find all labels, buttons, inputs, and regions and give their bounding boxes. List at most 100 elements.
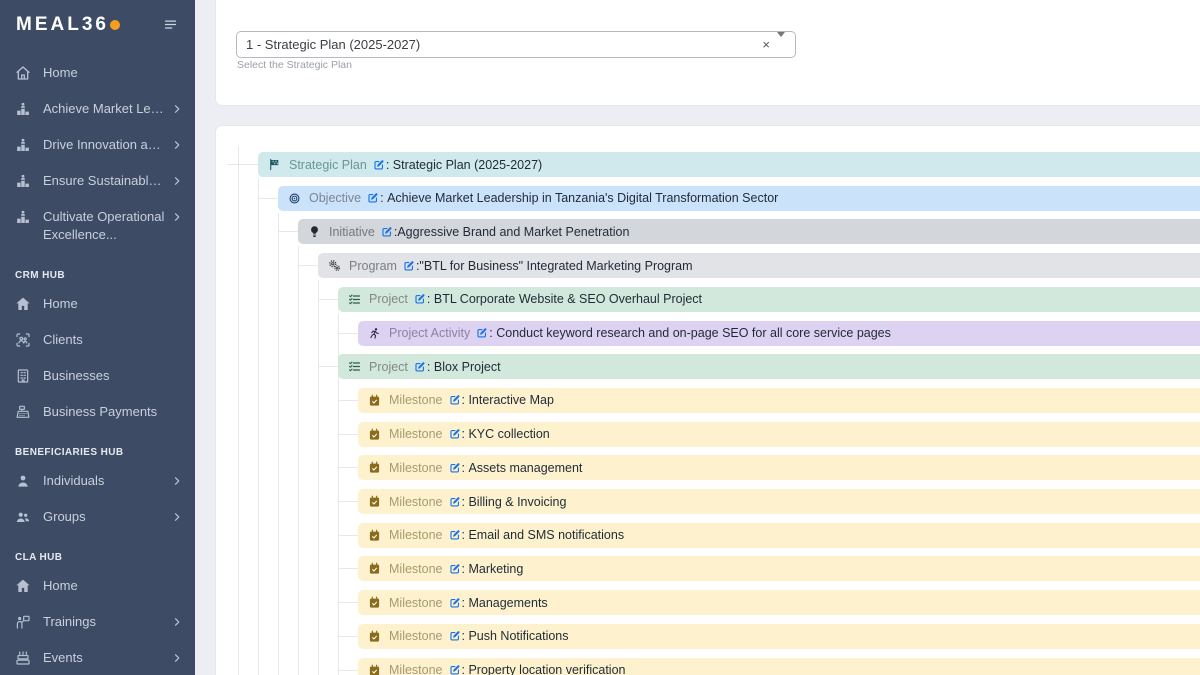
edit-icon[interactable] <box>449 529 461 541</box>
tree-connector-stub <box>338 501 358 502</box>
chevron-right-icon <box>171 511 183 523</box>
sidebar-item-businesses[interactable]: Businesses <box>0 358 195 394</box>
tree-row-value: Property location verification <box>468 663 625 675</box>
sidebar-item-crm-home[interactable]: Home <box>0 286 195 322</box>
edit-icon[interactable] <box>449 664 461 675</box>
hamburger-icon[interactable] <box>162 17 179 32</box>
edit-icon[interactable] <box>476 327 488 339</box>
lightbulb-icon <box>308 225 321 238</box>
calendar-check-icon <box>368 596 381 609</box>
tree-row-objective[interactable]: Objective: Achieve Market Leadership in … <box>278 186 1200 211</box>
tree-row-type-label: Strategic Plan <box>289 158 367 172</box>
strategic-plan-select-value: 1 - Strategic Plan (2025-2027) <box>237 37 755 52</box>
sidebar-item-home[interactable]: Home <box>0 55 195 91</box>
sidebar-section-header-beneficiaries-hub: BENEFICIARIES HUB <box>0 447 195 458</box>
podium-icon <box>15 173 31 189</box>
sidebar-item-clients[interactable]: Clients <box>0 322 195 358</box>
sidebar-item-cla-home[interactable]: Home <box>0 568 195 604</box>
building-icon <box>15 368 31 384</box>
home-filled-icon <box>15 296 31 312</box>
tree-row-milestone[interactable]: Milestone: Email and SMS notifications <box>358 523 1200 548</box>
tree-row-strategic-plan[interactable]: Strategic Plan: Strategic Plan (2025-202… <box>258 152 1200 177</box>
edit-icon[interactable] <box>449 630 461 642</box>
cash-register-icon <box>15 404 31 420</box>
tree-row-value: KYC collection <box>468 427 549 441</box>
edit-icon[interactable] <box>449 563 461 575</box>
chevron-right-icon <box>171 211 183 223</box>
sidebar-item-label: Individuals <box>43 472 167 490</box>
app-logo: MEAL36 <box>0 0 195 50</box>
tree-row-type-label: Milestone <box>389 427 443 441</box>
tree-row-type-label: Program <box>349 259 397 273</box>
home-filled-icon <box>15 578 31 594</box>
edit-icon[interactable] <box>414 293 426 305</box>
tree-row-milestone[interactable]: Milestone: Property location verificatio… <box>358 658 1200 675</box>
sidebar: MEAL36 HomeAchieve Market Leadership...D… <box>0 0 195 675</box>
sidebar-item-ensure-sustainable-financial[interactable]: Ensure Sustainable Financial... <box>0 163 195 199</box>
strategic-plan-select[interactable]: 1 - Strategic Plan (2025-2027) × <box>236 31 796 58</box>
tree-connector-stub <box>338 333 358 334</box>
edit-icon[interactable] <box>381 226 393 238</box>
sidebar-item-achieve-market-leadership[interactable]: Achieve Market Leadership... <box>0 91 195 127</box>
tree-row-program[interactable]: Program:"BTL for Business" Integrated Ma… <box>318 253 1200 278</box>
tree-row-separator: : <box>462 528 469 542</box>
edit-icon[interactable] <box>449 394 461 406</box>
tree-row-separator: : <box>462 461 469 475</box>
calendar-check-icon <box>368 630 381 643</box>
tree-row-initiative[interactable]: Initiative:Aggressive Brand and Market P… <box>298 219 1200 244</box>
calendar-check-icon <box>368 664 381 675</box>
tree-row-type-label: Project <box>369 360 408 374</box>
tree-row-separator: : <box>489 326 496 340</box>
tree-row-milestone[interactable]: Milestone: Push Notifications <box>358 624 1200 649</box>
calendar-check-icon <box>368 461 381 474</box>
tree-row-milestone[interactable]: Milestone: Managements <box>358 590 1200 615</box>
sidebar-item-groups[interactable]: Groups <box>0 499 195 535</box>
edit-icon[interactable] <box>414 361 426 373</box>
sidebar-item-label: Home <box>43 577 183 595</box>
tree-row-milestone[interactable]: Milestone: Marketing <box>358 556 1200 581</box>
tree-row-separator: : <box>386 158 393 172</box>
tree-row-milestone[interactable]: Milestone: Assets management <box>358 455 1200 480</box>
tree-row-value: Blox Project <box>434 360 501 374</box>
tree-row-milestone[interactable]: Milestone: Billing & Invoicing <box>358 489 1200 514</box>
tree-row-milestone[interactable]: Milestone: Interactive Map <box>358 388 1200 413</box>
tree-row-separator: : <box>462 663 469 675</box>
edit-icon[interactable] <box>449 496 461 508</box>
sidebar-item-events[interactable]: Events <box>0 640 195 675</box>
tree-connector-stub <box>318 299 338 300</box>
tree-row-project-activity[interactable]: Project Activity: Conduct keyword resear… <box>358 321 1200 346</box>
tree-row-value: Interactive Map <box>468 393 553 407</box>
sidebar-item-label: Clients <box>43 331 183 349</box>
tree-row-type-label: Objective <box>309 191 361 205</box>
sidebar-item-label: Events <box>43 649 167 667</box>
sidebar-item-label: Drive Innovation and... <box>43 136 167 154</box>
edit-icon[interactable] <box>367 192 379 204</box>
tree-row-separator: : <box>462 393 469 407</box>
edit-icon[interactable] <box>449 428 461 440</box>
sidebar-item-drive-innovation[interactable]: Drive Innovation and... <box>0 127 195 163</box>
sidebar-item-business-payments[interactable]: Business Payments <box>0 394 195 430</box>
tree-connector-stub <box>318 366 338 367</box>
chevron-right-icon <box>171 175 183 187</box>
calendar-check-icon <box>368 428 381 441</box>
sidebar-item-cultivate-operational-excellence[interactable]: Cultivate Operational Excellence... <box>0 199 195 253</box>
edit-icon[interactable] <box>449 597 461 609</box>
sidebar-item-label: Cultivate Operational Excellence... <box>43 208 167 244</box>
tree-row-separator: : <box>462 495 469 509</box>
tree-row-separator: : <box>462 427 469 441</box>
tree-row-project[interactable]: Project: Blox Project <box>338 354 1200 379</box>
tree-row-milestone[interactable]: Milestone: KYC collection <box>358 422 1200 447</box>
edit-icon[interactable] <box>403 260 415 272</box>
clear-selection-icon[interactable]: × <box>755 38 777 51</box>
edit-icon[interactable] <box>449 462 461 474</box>
app-logo-text: MEAL36 <box>16 14 109 36</box>
tree-row-separator: : <box>462 562 469 576</box>
sidebar-item-individuals[interactable]: Individuals <box>0 463 195 499</box>
tree-row-type-label: Milestone <box>389 528 443 542</box>
sidebar-item-trainings[interactable]: Trainings <box>0 604 195 640</box>
chevron-down-icon[interactable] <box>777 37 785 52</box>
edit-icon[interactable] <box>373 159 385 171</box>
tree-row-value: Email and SMS notifications <box>468 528 624 542</box>
tree-connector-stub <box>258 198 278 199</box>
tree-row-project[interactable]: Project: BTL Corporate Website & SEO Ove… <box>338 287 1200 312</box>
